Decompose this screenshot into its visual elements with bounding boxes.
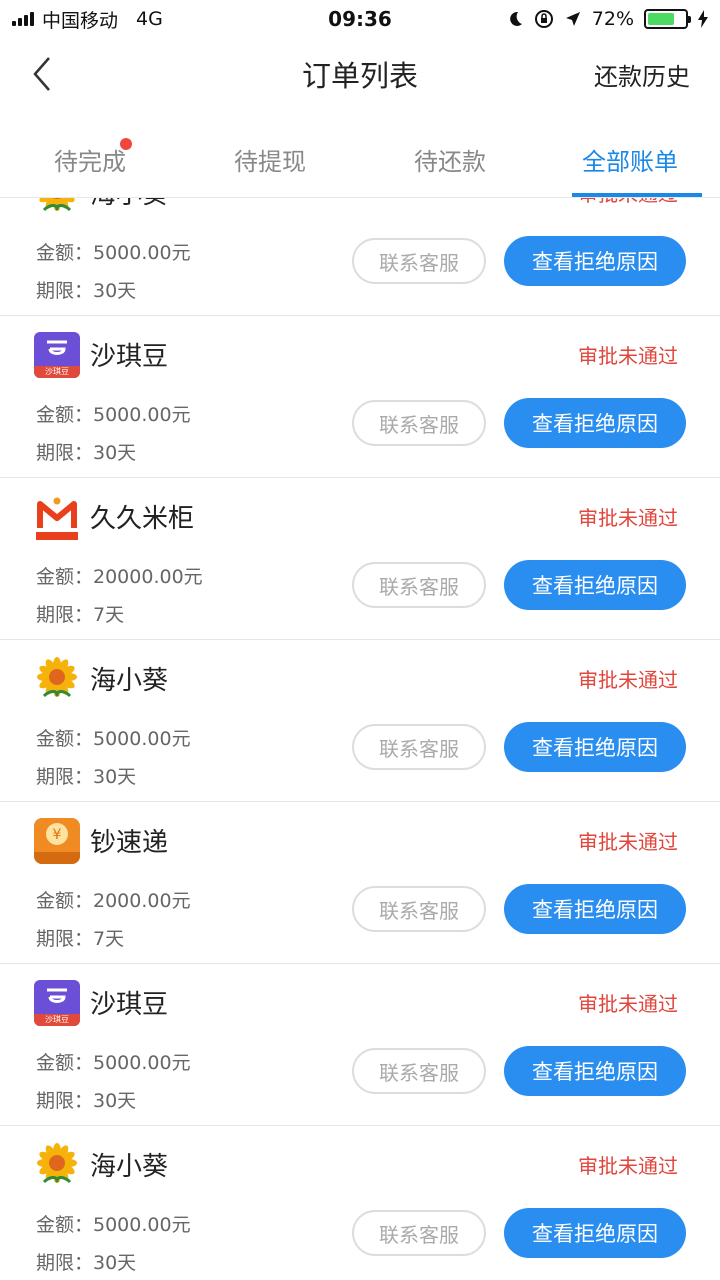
order-amount: 金额：5000.00元 (36, 1214, 191, 1236)
order-term: 期限：30天 (36, 766, 137, 788)
nav-bar: 订单列表 还款历史 (0, 38, 720, 110)
order-card-5: 沙琪豆 沙琪豆 审批未通过 金额：5000.00元 期限：30天 联系客服 查看… (0, 964, 720, 1126)
order-term: 期限：30天 (36, 1090, 137, 1112)
tab-label: 待完成 (54, 148, 126, 176)
order-term: 期限：30天 (36, 442, 137, 464)
svg-text:¥: ¥ (53, 827, 62, 843)
order-term: 期限：7天 (36, 928, 125, 950)
order-card-6: 海小葵 审批未通过 金额：5000.00元 期限：30天 联系客服 查看拒绝原因 (0, 1126, 720, 1280)
view-rejection-reason-button[interactable]: 查看拒绝原因 (504, 884, 686, 934)
status-bar: 中国移动 4G 09:36 72% (0, 0, 720, 38)
logo-caption (34, 852, 80, 864)
tab-all-bills[interactable]: 全部账单 (540, 110, 720, 197)
approval-status: 审批未通过 (578, 344, 678, 368)
shaqidou-logo: 沙琪豆 (34, 980, 80, 1026)
status-right: 72% (506, 8, 708, 30)
carrier-label: 中国移动 (42, 9, 119, 32)
contact-service-button[interactable]: 联系客服 (352, 724, 486, 770)
tab-pending-repay[interactable]: 待还款 (360, 110, 540, 197)
tab-label: 全部账单 (582, 148, 678, 176)
logo-caption: 沙琪豆 (34, 366, 80, 378)
notification-dot (120, 138, 132, 150)
tab-pending-withdraw[interactable]: 待提现 (180, 110, 360, 197)
contact-service-button[interactable]: 联系客服 (352, 1210, 486, 1256)
network-label: 4G (136, 8, 163, 30)
shaqidou-logo: 沙琪豆 (34, 332, 80, 378)
repayment-history-link[interactable]: 还款历史 (594, 57, 690, 92)
app-name: 海小葵 (90, 666, 169, 696)
status-left: 中国移动 4G (12, 6, 163, 33)
approval-status: 审批未通过 (578, 1154, 678, 1178)
order-amount: 金额：5000.00元 (36, 1052, 191, 1074)
order-term: 期限：7天 (36, 604, 125, 626)
approval-status: 审批未通过 (578, 830, 678, 854)
sunflower-logo (34, 198, 80, 216)
charging-icon (698, 10, 708, 28)
order-term: 期限：30天 (36, 280, 137, 302)
app-name: 海小葵 (90, 198, 168, 211)
app-name: 沙琪豆 (90, 342, 169, 372)
tab-bar: 待完成 待提现 待还款 全部账单 (0, 110, 720, 198)
order-term: 期限：30天 (36, 1252, 137, 1274)
view-rejection-reason-button[interactable]: 查看拒绝原因 (504, 1046, 686, 1096)
logo-caption: 沙琪豆 (34, 1014, 80, 1026)
approval-status: 审批未通过 (578, 992, 678, 1016)
jiujiu-logo (34, 494, 80, 540)
contact-service-button[interactable]: 联系客服 (352, 1048, 486, 1094)
rotation-lock-icon (534, 10, 553, 28)
chevron-left-icon (33, 57, 50, 91)
order-card-1: 沙琪豆 沙琪豆 审批未通过 金额：5000.00元 期限：30天 联系客服 查看… (0, 316, 720, 478)
order-amount: 金额：5000.00元 (36, 728, 191, 750)
order-amount: 金额：2000.00元 (36, 890, 191, 912)
app-name: 海小葵 (90, 1152, 169, 1182)
order-amount: 金额：5000.00元 (36, 404, 191, 426)
order-list[interactable]: 海小葵 审批未通过 金额：5000.00元 期限：30天 联系客服 查看拒绝原因… (0, 198, 720, 1280)
tab-pending-complete[interactable]: 待完成 (0, 110, 180, 197)
tab-label: 待还款 (414, 148, 486, 176)
contact-service-button[interactable]: 联系客服 (352, 400, 486, 446)
back-button[interactable] (22, 52, 62, 96)
chaosudi-logo: ¥ (34, 818, 80, 864)
order-amount: 金额：5000.00元 (36, 242, 191, 264)
contact-service-button[interactable]: 联系客服 (352, 238, 486, 284)
sunflower-logo (34, 1142, 80, 1188)
sunflower-logo (34, 656, 80, 702)
view-rejection-reason-button[interactable]: 查看拒绝原因 (504, 560, 686, 610)
contact-service-button[interactable]: 联系客服 (352, 562, 486, 608)
order-card-4: ¥ 钞速递 审批未通过 金额：2000.00元 期限：7天 联系客服 查看拒绝原… (0, 802, 720, 964)
order-list-inner: 海小葵 审批未通过 金额：5000.00元 期限：30天 联系客服 查看拒绝原因… (0, 198, 720, 1280)
view-rejection-reason-button[interactable]: 查看拒绝原因 (504, 722, 686, 772)
view-rejection-reason-button[interactable]: 查看拒绝原因 (504, 236, 686, 286)
battery-percent: 72% (591, 8, 634, 30)
moon-icon (509, 11, 522, 26)
approval-status: 审批未通过 (578, 668, 678, 692)
approval-status: 审批未通过 (578, 506, 678, 530)
order-card-0: 海小葵 审批未通过 金额：5000.00元 期限：30天 联系客服 查看拒绝原因 (0, 198, 720, 316)
order-card-3: 海小葵 审批未通过 金额：5000.00元 期限：30天 联系客服 查看拒绝原因 (0, 640, 720, 802)
battery-icon (644, 9, 691, 29)
app-name: 久久米柜 (90, 504, 195, 534)
order-amount: 金额：20000.00元 (36, 566, 203, 588)
location-arrow-icon (565, 12, 580, 26)
order-card-2: 久久米柜 审批未通过 金额：20000.00元 期限：7天 联系客服 查看拒绝原… (0, 478, 720, 640)
app-name: 钞速递 (90, 828, 169, 858)
active-tab-indicator (572, 193, 702, 197)
tab-label: 待提现 (234, 148, 306, 176)
contact-service-button[interactable]: 联系客服 (352, 886, 486, 932)
signal-icon (12, 12, 34, 26)
app-name: 沙琪豆 (90, 990, 169, 1020)
battery-fill (648, 13, 674, 25)
view-rejection-reason-button[interactable]: 查看拒绝原因 (504, 398, 686, 448)
view-rejection-reason-button[interactable]: 查看拒绝原因 (504, 1208, 686, 1258)
approval-status: 审批未通过 (578, 198, 678, 207)
